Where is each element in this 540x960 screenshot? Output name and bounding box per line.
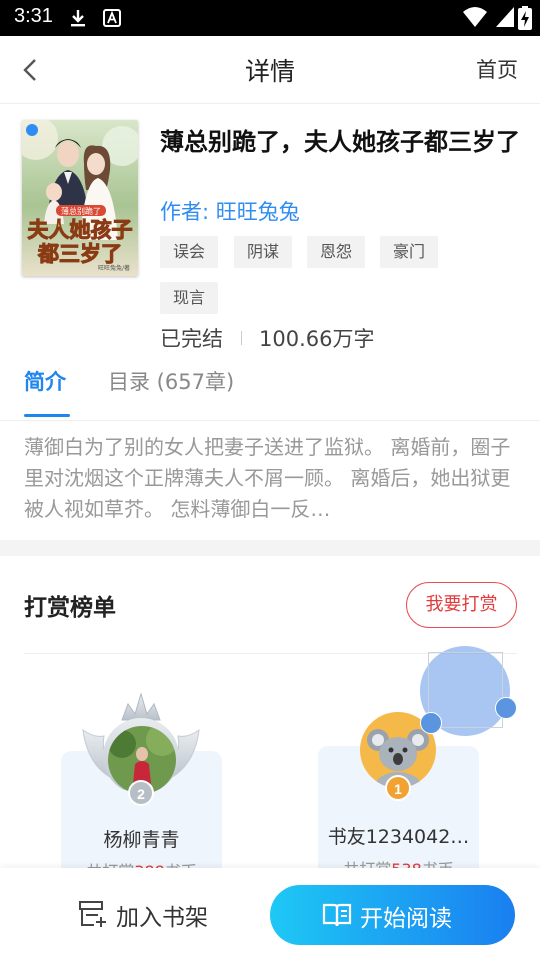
cover-author: 旺旺兔兔/著 <box>98 264 130 272</box>
tag[interactable]: 阴谋 <box>234 236 293 268</box>
cover-small-title: 薄总别跪了 <box>61 206 101 216</box>
add-to-shelf-label: 加入书架 <box>116 905 208 931</box>
rank-name: 书友1234042… <box>327 826 470 848</box>
text-a-icon <box>103 9 121 27</box>
cover-big-title-1: 夫人她孩子 <box>28 218 133 242</box>
wifi-icon <box>463 7 487 27</box>
section-separator <box>0 540 540 556</box>
start-reading-button[interactable]: 开始阅读 <box>270 885 515 945</box>
tab-toc[interactable]: 目录 (657章) <box>108 366 234 396</box>
active-tab-indicator <box>24 414 70 417</box>
book-cover[interactable]: 薄总别跪了 夫人她孩子 都三岁了 旺旺兔兔/著 <box>22 120 138 276</box>
bubble-handle-left[interactable] <box>420 712 442 734</box>
page-title: 详情 <box>244 57 295 86</box>
rank-badge-2: 2 <box>128 780 154 806</box>
download-icon <box>71 10 85 27</box>
author-label: 作者: <box>160 200 216 224</box>
author-name: 旺旺兔兔 <box>215 200 300 224</box>
tag[interactable]: 误会 <box>160 236 219 268</box>
tab-intro[interactable]: 简介 <box>24 366 66 396</box>
tag[interactable]: 豪门 <box>380 236 439 268</box>
status-time: 3:31 <box>14 5 53 27</box>
status-divider <box>241 331 242 345</box>
open-book-icon <box>322 903 352 927</box>
battery-charging-icon <box>518 6 532 30</box>
start-reading-label: 开始阅读 <box>360 906 452 932</box>
cover-big-title-2: 都三岁了 <box>37 242 122 266</box>
synopsis-text[interactable]: 薄御白为了别的女人把妻子送进了监狱。 离婚前，圈子里对沈烟这个正牌薄夫人不屑一顾… <box>24 432 518 525</box>
book-status: 已完结 <box>160 327 223 351</box>
status-bar: 3:31 <box>0 0 540 36</box>
add-to-shelf-button[interactable]: 加入书架 <box>72 878 232 948</box>
rank-name: 杨柳青青 <box>103 829 180 851</box>
nav-bar: 详情 首页 <box>0 36 540 104</box>
reward-button[interactable]: 我要打赏 <box>406 582 517 628</box>
book-cover-image: 薄总别跪了 夫人她孩子 都三岁了 旺旺兔兔/著 <box>22 120 138 276</box>
tag[interactable]: 恩怨 <box>307 236 366 268</box>
reward-section-title: 打赏榜单 <box>24 595 116 621</box>
signal-icon <box>496 7 514 27</box>
home-link[interactable]: 首页 <box>476 54 518 84</box>
word-count: 100.66万字 <box>259 327 375 351</box>
tag[interactable]: 现言 <box>160 282 219 314</box>
book-title: 薄总别跪了，夫人她孩子都三岁了 <box>160 128 520 156</box>
bubble-handle-right[interactable] <box>495 697 517 719</box>
divider <box>0 420 540 421</box>
rank-badge-1: 1 <box>385 775 411 801</box>
book-author[interactable]: 作者: 旺旺兔兔 <box>160 196 300 226</box>
bookshelf-add-icon <box>79 901 106 927</box>
